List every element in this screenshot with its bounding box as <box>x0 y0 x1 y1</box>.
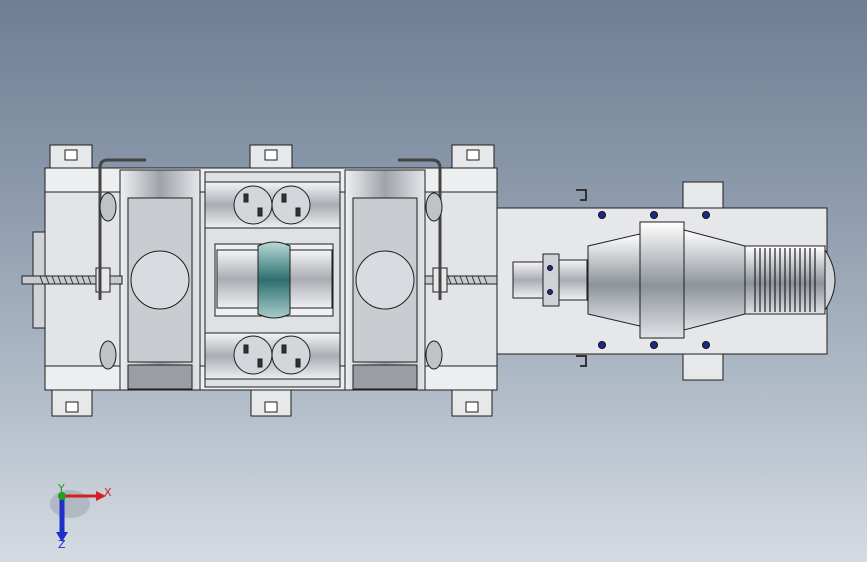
handwheel-bottom-left <box>99 340 117 370</box>
shaft-coupling <box>512 253 588 307</box>
bottom-lug-middle <box>250 389 292 417</box>
z-axis-label: Z <box>58 538 66 551</box>
lower-gear-pair <box>204 332 341 380</box>
triad-icon: X Y Z <box>50 482 112 551</box>
bottom-lug-left <box>51 389 93 417</box>
x-axis-label: X <box>104 486 112 499</box>
top-lug-right <box>451 144 495 171</box>
handwheel-top-right <box>425 192 443 222</box>
top-lug-middle <box>249 144 293 171</box>
drive-motor <box>744 245 836 315</box>
upper-gear-pair <box>204 181 341 229</box>
orientation-triad[interactable]: X Y Z <box>44 478 124 551</box>
top-lug-left <box>49 144 93 171</box>
right-housing-bore <box>355 250 415 310</box>
lifting-hook-bottom <box>576 355 587 367</box>
handwheel-top-left <box>99 192 117 222</box>
work-roll-pair <box>214 241 334 319</box>
handwheel-bottom-right <box>425 340 443 370</box>
lifting-hook-top <box>576 189 587 201</box>
mill-assembly-model[interactable] <box>0 0 867 562</box>
left-housing-bore <box>130 250 190 310</box>
bottom-lug-right <box>451 389 493 417</box>
y-axis-label: Y <box>57 482 65 495</box>
cad-viewport[interactable]: X Y Z <box>0 0 867 562</box>
